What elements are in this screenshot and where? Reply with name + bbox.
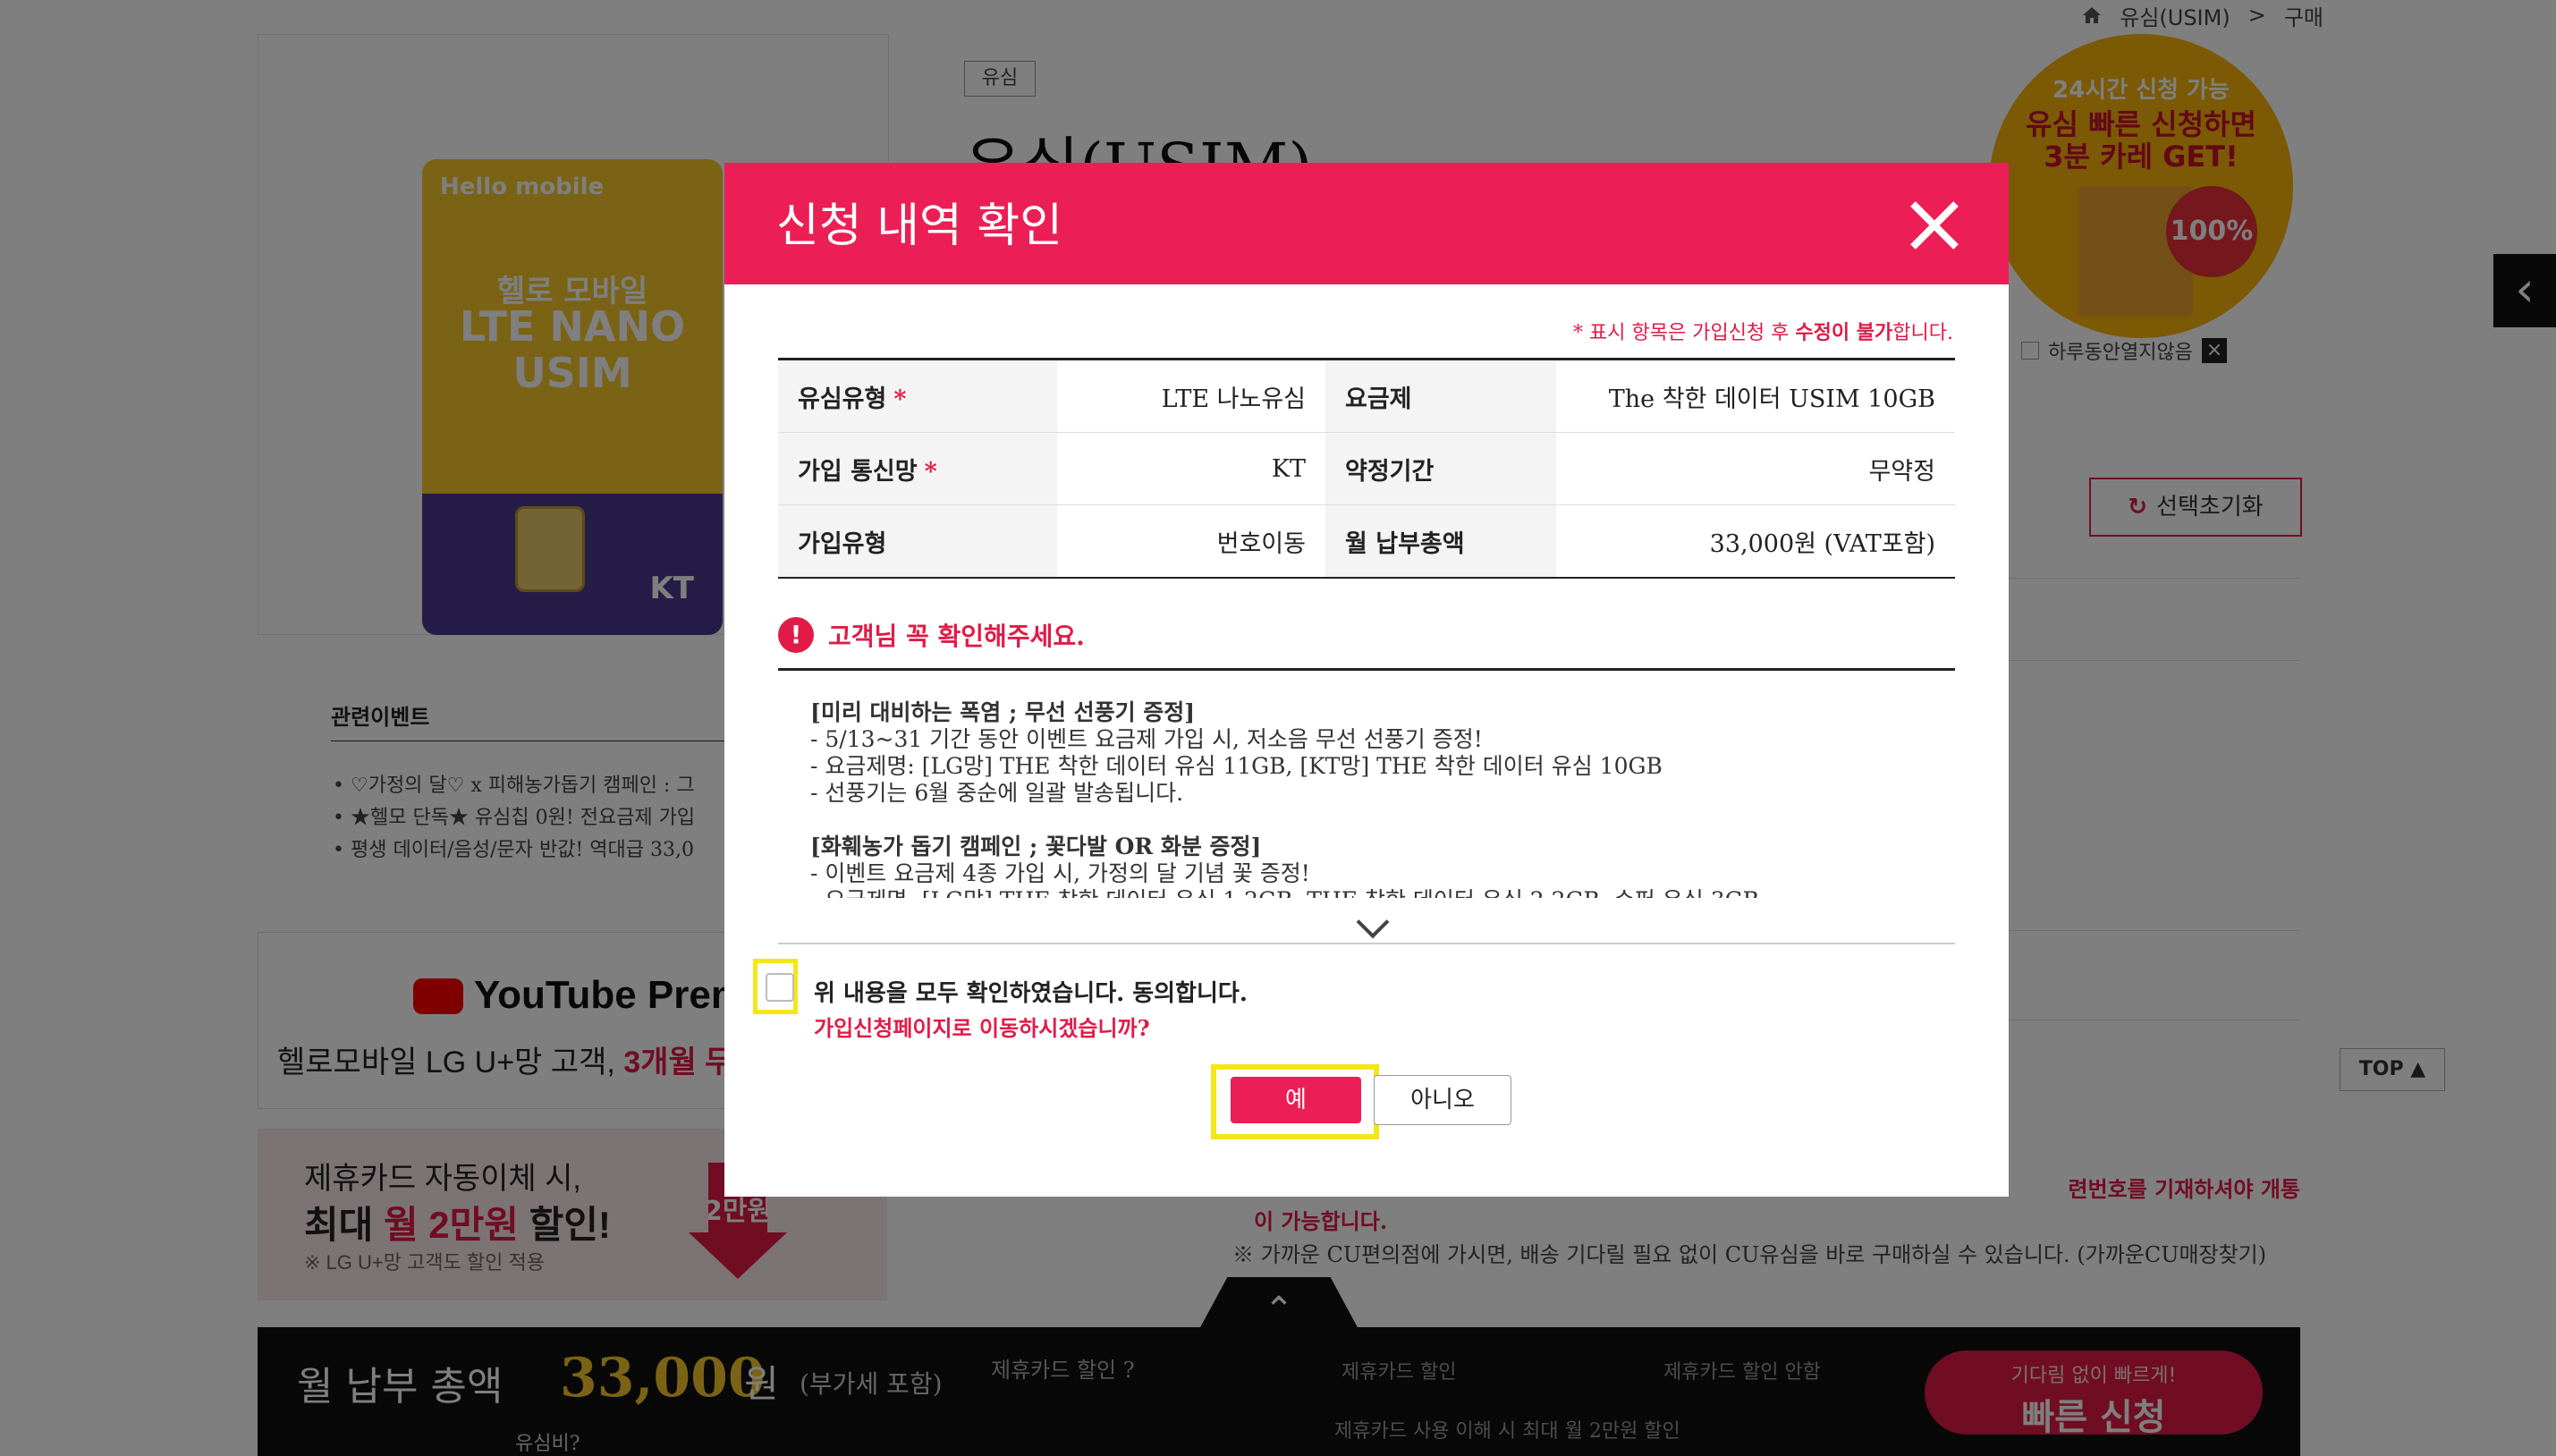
divider bbox=[778, 668, 1955, 671]
table-value-cell: 33,000원 (VAT포함) bbox=[1556, 504, 1955, 579]
table-row: 가입 통신망 * KT 약정기간 무약정 bbox=[778, 432, 1955, 505]
exclamation-icon: ! bbox=[778, 617, 814, 653]
no-button[interactable]: 아니오 bbox=[1374, 1075, 1511, 1125]
table-header-cell: 유심유형 * bbox=[778, 359, 1057, 433]
event-notice-scroll[interactable]: [미리 대비하는 폭염 ; 무선 선풍기 증정] - 5/13~31 기간 동안… bbox=[810, 699, 1937, 898]
event-block-line: - 5/13~31 기간 동안 이벤트 요금제 가입 시, 저소음 무선 선풍기… bbox=[810, 726, 1483, 752]
table-value-cell: The 착한 데이터 USIM 10GB bbox=[1556, 359, 1955, 433]
chevron-down-icon[interactable] bbox=[1356, 905, 1390, 939]
agree-checkbox[interactable] bbox=[766, 973, 794, 1002]
event-block-title: [미리 대비하는 폭염 ; 무선 선풍기 증정] bbox=[810, 699, 1196, 725]
table-header-cell: 요금제 bbox=[1325, 359, 1556, 433]
table-header-cell: 가입 통신망 * bbox=[778, 432, 1057, 505]
summary-table: 유심유형 * LTE 나노유심 요금제 The 착한 데이터 USIM 10GB … bbox=[778, 358, 1955, 579]
table-row: 가입유형 번호이동 월 납부총액 33,000원 (VAT포함) bbox=[778, 504, 1955, 579]
event-block-title: [화훼농가 돕기 캠페인 ; 꽃다발 OR 화분 증정] bbox=[810, 834, 1262, 859]
table-header-cell: 월 납부총액 bbox=[1325, 504, 1556, 579]
close-icon[interactable] bbox=[1907, 199, 1960, 252]
modal-notice: * 표시 항목은 가입신청 후 수정이 불가합니다. bbox=[1573, 321, 1953, 344]
yes-button[interactable]: 예 bbox=[1231, 1077, 1361, 1123]
event-block-line: - 요금제명: [LG망] THE 착한 데이터 유심 11GB, [KT망] … bbox=[810, 753, 1663, 779]
divider bbox=[778, 943, 1955, 944]
modal-title: 신청 내역 확인 bbox=[776, 199, 1063, 253]
event-block: [화훼농가 돕기 캠페인 ; 꽃다발 OR 화분 증정] - 이벤트 요금제 4… bbox=[810, 834, 1937, 898]
confirm-heading: ! 고객님 꼭 확인해주세요. bbox=[778, 617, 1085, 653]
table-value-cell: KT bbox=[1057, 432, 1325, 505]
move-question: 가입신청페이지로 이동하시겠습니까? bbox=[814, 1015, 1150, 1041]
confirm-heading-text: 고객님 꼭 확인해주세요. bbox=[828, 622, 1085, 651]
modal-header: 신청 내역 확인 bbox=[724, 163, 2009, 284]
table-header-cell: 약정기간 bbox=[1325, 432, 1556, 505]
event-block-line: - 요금제명: [LG망] THE 착한 데이터 유심 1.2GB, THE 착… bbox=[810, 887, 1937, 898]
event-block: [미리 대비하는 폭염 ; 무선 선풍기 증정] - 5/13~31 기간 동안… bbox=[810, 699, 1937, 807]
event-block-line: - 이벤트 요금제 4종 가입 시, 가정의 달 기념 꽃 증정! bbox=[810, 860, 1310, 886]
event-block-line: - 선풍기는 6월 중순에 일괄 발송됩니다. bbox=[810, 780, 1184, 806]
table-value-cell: LTE 나노유심 bbox=[1057, 359, 1325, 433]
table-value-cell: 무약정 bbox=[1556, 432, 1955, 505]
table-header-cell: 가입유형 bbox=[778, 504, 1057, 579]
agree-label[interactable]: 위 내용을 모두 확인하였습니다. 동의합니다. bbox=[814, 975, 1248, 1008]
table-value-cell: 번호이동 bbox=[1057, 504, 1325, 579]
confirm-modal: 신청 내역 확인 * 표시 항목은 가입신청 후 수정이 불가합니다. 유심유형… bbox=[724, 163, 2009, 1197]
table-row: 유심유형 * LTE 나노유심 요금제 The 착한 데이터 USIM 10GB bbox=[778, 359, 1955, 433]
